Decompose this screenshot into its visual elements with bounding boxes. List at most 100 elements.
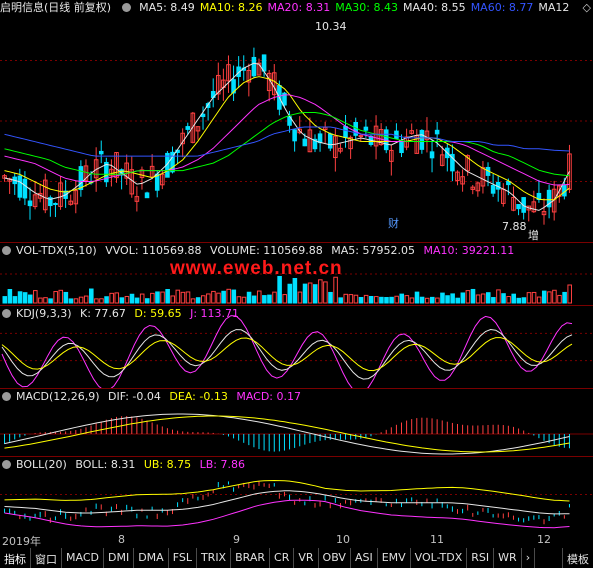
- volume-bar: [226, 288, 231, 304]
- volume-bar: [430, 296, 435, 304]
- candle-body: [53, 203, 58, 206]
- macd-panel[interactable]: MACD(12,26,9) DIF: -0.04 DEA: -0.13 MACD…: [0, 389, 593, 456]
- indicator-tab[interactable]: FSL: [169, 548, 197, 568]
- indicator-tab[interactable]: BRAR: [231, 548, 271, 568]
- indicator-tab[interactable]: CR: [270, 548, 295, 568]
- ma-legend: MA5: 8.49 MA10: 8.26 MA20: 8.31 MA30: 8.43 M…: [139, 1, 574, 14]
- year-label: 2019年: [2, 535, 41, 548]
- volume-bar: [363, 294, 369, 304]
- indicator-tab[interactable]: TRIX: [197, 548, 232, 568]
- volume-bar: [338, 297, 343, 304]
- kdj-title: KDJ(9,3,3): [16, 307, 72, 320]
- candle-body: [394, 130, 399, 139]
- volume-bar: [22, 292, 28, 304]
- volume-bar: [83, 295, 89, 304]
- volume-bar: [394, 295, 399, 304]
- indicator-tab[interactable]: 模板: [562, 548, 593, 568]
- dropdown-chevron-icon[interactable]: [2, 246, 11, 255]
- dropdown-chevron-icon[interactable]: [2, 309, 11, 318]
- indicator-tab[interactable]: MACD: [62, 548, 104, 568]
- boll-lower-line: [4, 499, 570, 529]
- vvol-value: VVOL: 110569.88: [105, 244, 202, 257]
- volume-bar: [155, 291, 160, 304]
- volume-bar: [277, 275, 282, 304]
- volume-bar: [470, 288, 476, 304]
- volume-bar: [12, 296, 18, 304]
- macd-dif-value: DIF: -0.04: [108, 390, 161, 403]
- vol-ma5-value: MA5: 57952.05: [331, 244, 415, 257]
- volume-bar: [236, 296, 242, 304]
- volume-bar: [231, 289, 237, 304]
- volume-bar: [211, 290, 216, 304]
- volume-bar: [343, 293, 349, 304]
- volume-bar: [409, 297, 415, 304]
- candle-body: [302, 138, 308, 147]
- volume-bar: [175, 289, 181, 304]
- volume-bar: [129, 293, 135, 304]
- volume-panel-header: VOL-TDX(5,10) VVOL: 110569.88 VOLUME: 11…: [0, 243, 593, 259]
- kdj-d-line: [1, 337, 573, 372]
- month-label: 11: [430, 533, 444, 546]
- indicator-tab[interactable]: 窗口: [31, 548, 62, 568]
- volume-bar: [134, 297, 140, 304]
- volume-bar: [17, 291, 23, 304]
- volume-bar: [480, 293, 486, 304]
- volume-bar: [348, 294, 354, 304]
- boll-panel[interactable]: BOLL(20) BOLL: 8.31 UB: 8.75 LB: 7.86: [0, 457, 593, 532]
- indicator-tab[interactable]: ASI: [351, 548, 378, 568]
- kdj-j-value: J: 113.71: [190, 307, 240, 320]
- volume-bar: [562, 291, 567, 304]
- volume-bar: [190, 298, 196, 304]
- boll-panel-header: BOLL(20) BOLL: 8.31 UB: 8.75 LB: 7.86: [0, 457, 593, 473]
- volume-bar: [318, 279, 323, 304]
- volume-bar: [450, 293, 455, 304]
- indicator-tab[interactable]: RSI: [467, 548, 495, 568]
- candle-body: [434, 129, 440, 135]
- volume-bar: [485, 292, 491, 304]
- kdj-panel[interactable]: KDJ(9,3,3) K: 77.67 D: 59.65 J: 113.71: [0, 306, 593, 388]
- indicator-tab[interactable]: VOL-TDX: [411, 548, 468, 568]
- ma-legend-item: MA40: 8.55: [402, 1, 466, 14]
- candle-body: [251, 56, 257, 77]
- volume-bar: [511, 293, 516, 304]
- volume-bar: [541, 290, 547, 304]
- volume-bar: [292, 278, 298, 304]
- dropdown-chevron-icon[interactable]: [2, 460, 11, 469]
- panel-controls[interactable]: ◇: [583, 1, 591, 14]
- indicator-tab[interactable]: OBV: [319, 548, 351, 568]
- volume-bar: [536, 296, 542, 304]
- volume-bar: [272, 291, 277, 304]
- volume-bar: [160, 291, 165, 304]
- finance-marker[interactable]: 财: [388, 215, 399, 231]
- volume-bar: [119, 297, 125, 304]
- candle-body: [363, 126, 369, 131]
- dropdown-chevron-icon[interactable]: [121, 3, 131, 12]
- candlestick-chart[interactable]: [0, 0, 593, 242]
- volume-bar: [435, 297, 440, 304]
- indicator-tab[interactable]: WR: [494, 548, 522, 568]
- volume-bar: [374, 296, 379, 304]
- indicator-tab[interactable]: DMI: [104, 548, 135, 568]
- vol-title: VOL-TDX(5,10): [16, 244, 97, 257]
- dropdown-chevron-icon[interactable]: [2, 392, 11, 401]
- volume-bar: [475, 294, 481, 304]
- indicator-tab[interactable]: ›: [522, 548, 536, 568]
- volume-bar: [150, 292, 155, 304]
- increase-marker[interactable]: 增: [528, 227, 539, 242]
- indicator-tab[interactable]: VR: [294, 548, 319, 568]
- volume-bar: [145, 298, 150, 304]
- indicator-tab[interactable]: EMV: [378, 548, 411, 568]
- month-label: 8: [118, 533, 125, 546]
- volume-bar: [297, 291, 303, 304]
- volume-bar: [89, 288, 94, 304]
- low-price-label: 7.88: [502, 220, 527, 233]
- indicator-tab[interactable]: DMA: [134, 548, 169, 568]
- price-panel[interactable]: 启明信息(日线 前复权) MA5: 8.49 MA10: 8.26 MA20: 8.…: [0, 0, 593, 242]
- volume-bar: [501, 293, 506, 304]
- macd-title: MACD(12,26,9): [16, 390, 100, 403]
- volume-bar: [33, 290, 38, 304]
- candle-body: [292, 129, 297, 142]
- candle-body: [317, 133, 323, 144]
- volume-bar: [216, 292, 221, 304]
- indicator-tab[interactable]: 指标: [0, 548, 31, 568]
